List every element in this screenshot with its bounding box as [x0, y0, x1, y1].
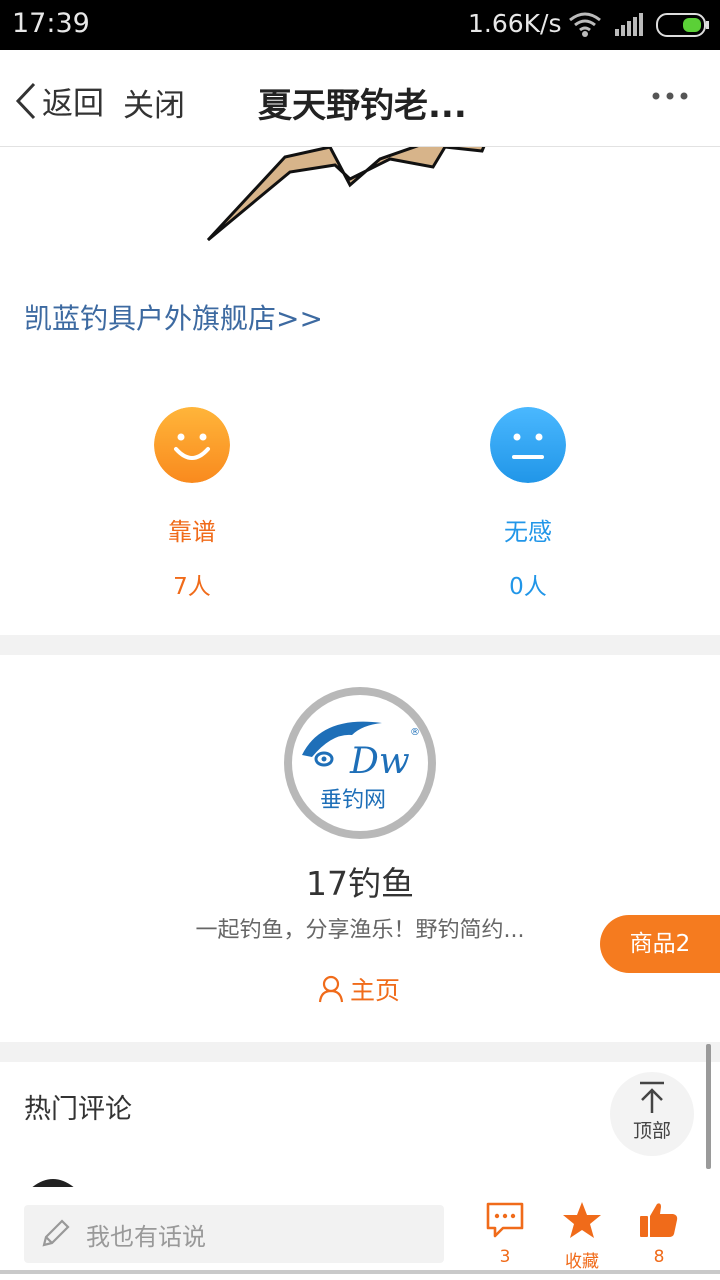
like-count: 8 [653, 1247, 665, 1267]
status-time: 17:39 [12, 8, 90, 39]
comment-placeholder: 我也有话说 [86, 1222, 206, 1251]
comment-icon [486, 1202, 524, 1238]
wifi-icon [569, 12, 601, 37]
goods-button[interactable]: 商品2 [600, 915, 720, 973]
comment-input[interactable]: 我也有话说 [24, 1205, 444, 1263]
user-icon [318, 975, 344, 1003]
back-label: 返回 [42, 86, 104, 122]
arrow-up-icon [640, 1081, 664, 1113]
svg-text:Dw: Dw [349, 741, 410, 782]
favorite-button[interactable]: 收藏 [552, 1201, 612, 1272]
home-label: 主页 [350, 976, 401, 1005]
close-button[interactable]: 关闭 [123, 80, 185, 125]
section-divider [0, 635, 720, 655]
status-bar: 17:39 1.66K/s [0, 0, 720, 50]
shop-link[interactable]: 凯蓝钓具户外旗舰店>> [24, 297, 323, 337]
author-avatar[interactable]: Dw ® 垂钓网 [282, 685, 438, 841]
like-button[interactable]: 8 [629, 1201, 689, 1267]
svg-text:®: ® [410, 727, 420, 738]
rating-count: 7人 [173, 574, 211, 600]
comment-button[interactable]: 3 [475, 1201, 535, 1267]
nav-bar: 返回 关闭 夏天野钓老... [0, 50, 720, 147]
comment-count: 3 [499, 1247, 511, 1267]
back-to-top-label: 顶部 [632, 1120, 671, 1142]
illustration-image [206, 147, 486, 242]
back-to-top-button[interactable]: 顶部 [610, 1072, 694, 1156]
logo-text: 垂钓网 [320, 788, 386, 813]
star-icon [563, 1202, 601, 1238]
favorite-label: 收藏 [565, 1252, 599, 1272]
chevron-left-icon [15, 82, 36, 119]
article-content[interactable]: 凯蓝钓具户外旗舰店>> 靠谱 7人 无感 0人 Dw ® 垂钓网 17钓鱼 一起… [0, 147, 720, 1187]
rating-label: 无感 [504, 518, 552, 546]
smile-face-icon [154, 407, 230, 483]
rating-reliable[interactable]: 靠谱 7人 [122, 407, 262, 601]
author-name: 17钓鱼 [306, 864, 414, 903]
home-link[interactable]: 主页 [318, 971, 400, 1007]
network-speed: 1.66K/s [468, 9, 562, 38]
rating-label: 靠谱 [168, 518, 216, 546]
comment-avatar [32, 1179, 74, 1187]
scrollbar[interactable] [706, 1044, 711, 1169]
battery-icon [656, 13, 709, 37]
thumbs-up-icon [640, 1203, 678, 1237]
bottom-bar: 我也有话说 3 收藏 8 [0, 1187, 720, 1280]
hot-comments-heading: 热门评论 [24, 1094, 132, 1125]
back-button[interactable]: 返回 [14, 78, 104, 123]
pencil-icon [42, 1219, 70, 1247]
signal-icon [615, 13, 643, 36]
page-title: 夏天野钓老... [258, 86, 467, 126]
bottom-divider [0, 1270, 720, 1274]
neutral-face-icon [490, 407, 566, 483]
rating-neutral[interactable]: 无感 0人 [458, 407, 598, 601]
rating-count: 0人 [509, 574, 547, 600]
section-divider [0, 1042, 720, 1062]
more-icon[interactable] [650, 90, 690, 102]
